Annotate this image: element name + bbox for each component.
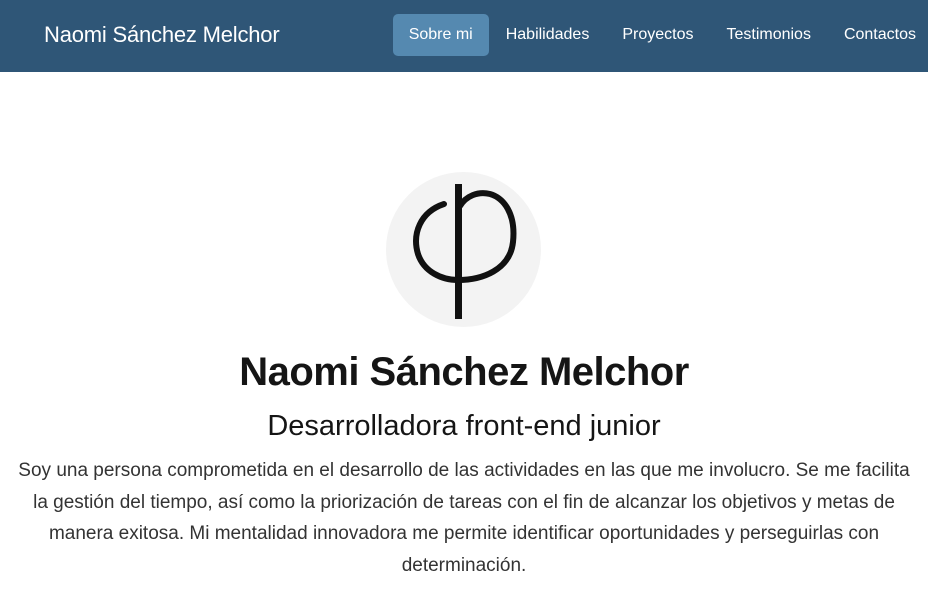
phi-symbol-icon [413,184,517,319]
nav-item-proyectos[interactable]: Proyectos [606,14,709,56]
profile-bio: Soy una persona comprometida en el desar… [18,460,910,576]
nav-item-sobre-mi[interactable]: Sobre mi [392,14,489,56]
nav-item-testimonios[interactable]: Testimonios [710,14,826,56]
avatar [386,172,541,327]
top-navbar: Naomi Sánchez Melchor Sobre mi Habilidad… [0,0,928,72]
nav-menu: Sobre mi Habilidades Proyectos Testimoni… [392,14,928,56]
nav-item-contactos[interactable]: Contactos [828,14,928,56]
brand-name[interactable]: Naomi Sánchez Melchor [44,0,280,72]
nav-item-habilidades[interactable]: Habilidades [490,14,606,56]
profile-role: Desarrolladora front-end junior [267,410,661,442]
profile-name: Naomi Sánchez Melchor [239,350,689,394]
